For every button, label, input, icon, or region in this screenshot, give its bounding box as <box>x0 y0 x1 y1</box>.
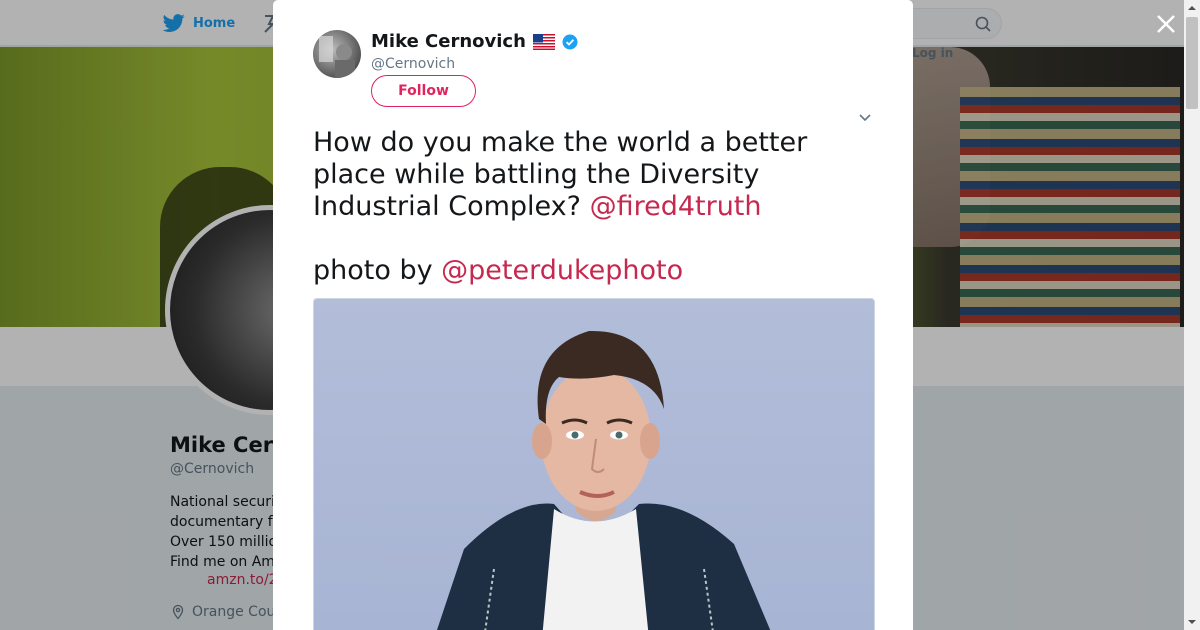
tweet-author-avatar[interactable] <box>313 30 361 78</box>
scroll-thumb[interactable] <box>1186 17 1198 109</box>
tweet-photo[interactable] <box>313 298 875 630</box>
tweet-author-row: Mike Cernovich <box>371 31 578 52</box>
tweet-text: How do you make the world a better place… <box>313 127 873 223</box>
scroll-down-icon[interactable] <box>1184 614 1200 630</box>
mention-link[interactable]: @peterdukephoto <box>441 255 683 286</box>
tweet-modal: Mike Cernovich @Cernovich Follow How do … <box>273 0 913 630</box>
verified-badge-icon <box>562 34 578 49</box>
tweet-author-handle: @Cernovich <box>371 56 456 72</box>
close-icon <box>1157 15 1175 33</box>
mention-link[interactable]: @fired4truth <box>590 191 762 222</box>
close-modal-button[interactable] <box>1152 10 1180 38</box>
scroll-up-icon[interactable] <box>1184 0 1200 16</box>
us-flag-icon <box>532 33 555 50</box>
chevron-down-icon[interactable] <box>858 110 872 124</box>
credit-prefix: photo by <box>313 255 442 286</box>
tweet-text-credit: photo by @peterdukephoto <box>313 255 683 287</box>
follow-button[interactable]: Follow <box>371 75 476 107</box>
page-scrollbar[interactable] <box>1184 0 1200 630</box>
tweet-author-name[interactable]: Mike Cernovich <box>371 31 526 52</box>
